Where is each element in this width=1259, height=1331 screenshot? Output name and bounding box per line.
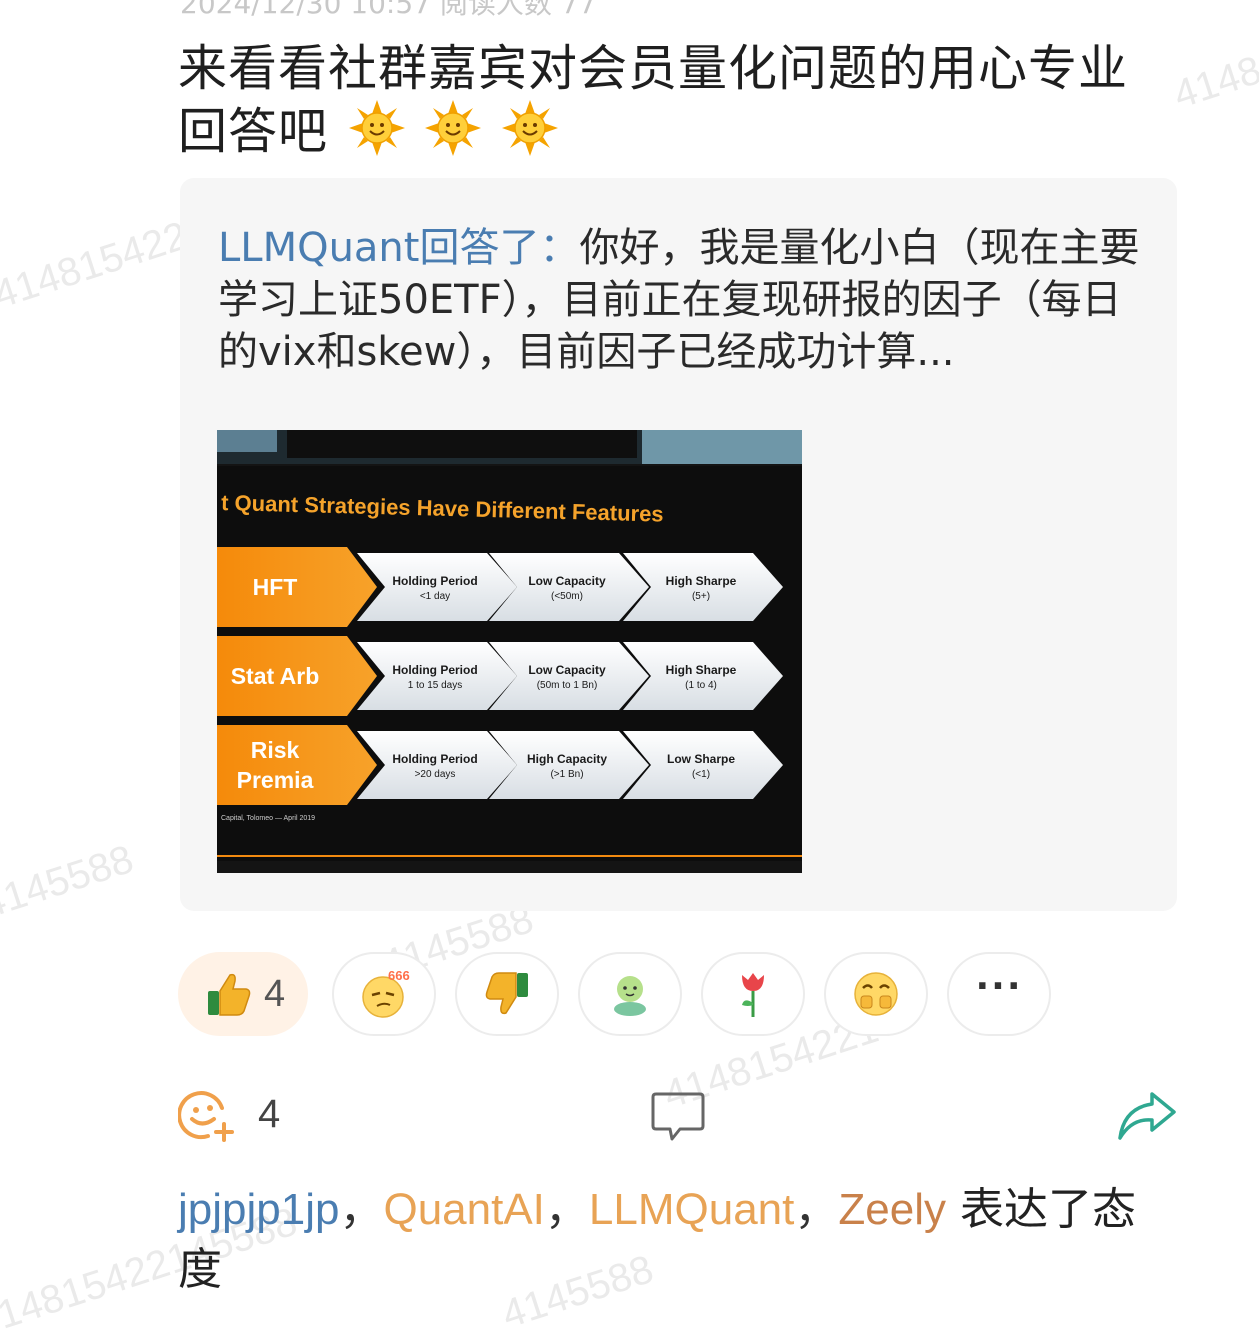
separator: ， (794, 1184, 839, 1235)
answer-author-separator: ： (539, 225, 580, 271)
separator: ， (339, 1184, 384, 1235)
doll-icon (614, 976, 646, 1016)
reaction-dislike-button[interactable] (455, 952, 559, 1036)
slide-row-label: Risk (251, 737, 300, 763)
more-icon: ··· (975, 966, 1023, 1007)
emoji-reaction-count: 4 (258, 1092, 281, 1136)
share-icon[interactable] (1116, 1088, 1178, 1144)
slide-chevron-text: Low Capacity (528, 574, 606, 588)
slide-chevron-text: Low Capacity (528, 663, 606, 677)
thumbs-down-icon (485, 972, 528, 1015)
reaction-666-button[interactable]: 666 (332, 952, 436, 1036)
reaction-hehe-button[interactable] (824, 952, 928, 1036)
sun-emoji-icon (501, 100, 558, 156)
hehe-emoji-icon (854, 972, 898, 1016)
slide-chevron-text: (1 to 4) (685, 680, 717, 691)
slide-chevron-text: High Sharpe (666, 574, 737, 588)
slide-chevron-text: (<50m) (551, 591, 583, 602)
reaction-rose-button[interactable] (701, 952, 805, 1036)
action-bar: 4 (178, 1082, 1178, 1152)
post-title-text: 来看看社群嘉宾对会员量化问题的用心专业回答吧 (178, 40, 1129, 160)
slide-source: Capital, Tolomeo — April 2019 (221, 815, 315, 822)
slide-chevron-text: Holding Period (392, 663, 477, 677)
slide-chevron-text: Low Sharpe (667, 752, 735, 766)
user-link[interactable]: QuantAI (383, 1185, 544, 1234)
slide-chevron-text: (50m to 1 Bn) (537, 680, 598, 691)
quoted-answer-card[interactable]: LLMQuant回答了：你好，我是量化小白（现在主要学习上证50ETF），目前正… (180, 178, 1177, 911)
answer-author-link[interactable]: LLMQuant回答了 (218, 225, 539, 271)
sun-emoji-icon (348, 100, 405, 156)
attitude-line: jpjpjp1jp，QuantAI，LLMQuant，Zeely 表达了态度 (178, 1180, 1178, 1300)
more-reactions-button[interactable]: ··· (947, 952, 1051, 1036)
watermark: 4148154221 (1168, 6, 1259, 118)
reaction-doll-button[interactable] (578, 952, 682, 1036)
reaction-like-button[interactable]: 4 (178, 952, 308, 1036)
slide-chevron-text: (>1 Bn) (550, 769, 583, 780)
separator: ， (544, 1184, 589, 1235)
slide-chevron-text: 1 to 15 days (408, 680, 462, 691)
slide-chevron-text: Holding Period (392, 574, 477, 588)
slide-chevron-text: Holding Period (392, 752, 477, 766)
comment-icon[interactable] (650, 1090, 706, 1144)
slide-chevron-text: High Capacity (527, 752, 607, 766)
reaction-bar: 4 666 ··· (178, 952, 1078, 1036)
user-link[interactable]: Zeely (838, 1185, 946, 1234)
user-link[interactable]: LLMQuant (589, 1185, 794, 1234)
slide-row-label: Premia (237, 767, 314, 793)
add-emoji-icon[interactable] (178, 1086, 234, 1144)
quoted-answer-text: LLMQuant回答了：你好，我是量化小白（现在主要学习上证50ETF），目前正… (218, 222, 1143, 378)
slide-chevron-text: >20 days (415, 769, 456, 780)
sun-emoji-icon (425, 100, 482, 156)
slide-chevron-text: <1 day (420, 591, 450, 602)
svg-text:666: 666 (388, 968, 410, 983)
slide-row-label: HFT (253, 574, 298, 600)
slide-image[interactable]: t Quant Strategies Have Different Featur… (217, 430, 802, 873)
thumbs-up-icon (208, 973, 251, 1016)
watermark: 4145588 (0, 837, 139, 928)
rose-icon (742, 973, 764, 1017)
slide-row-label: Stat Arb (231, 663, 320, 689)
slide-chevron-text: (<1) (692, 769, 710, 780)
post-meta: 2024/12/30 10:57 阅读人数 77 (180, 0, 597, 20)
slide-chevron-text: High Sharpe (666, 663, 737, 677)
user-link[interactable]: jpjpjp1jp (178, 1185, 339, 1234)
like-count: 4 (264, 972, 286, 1015)
post-title: 来看看社群嘉宾对会员量化问题的用心专业回答吧 (178, 38, 1168, 163)
666-emoji-icon: 666 (362, 968, 410, 1018)
slide-chevron-text: (5+) (692, 591, 710, 602)
